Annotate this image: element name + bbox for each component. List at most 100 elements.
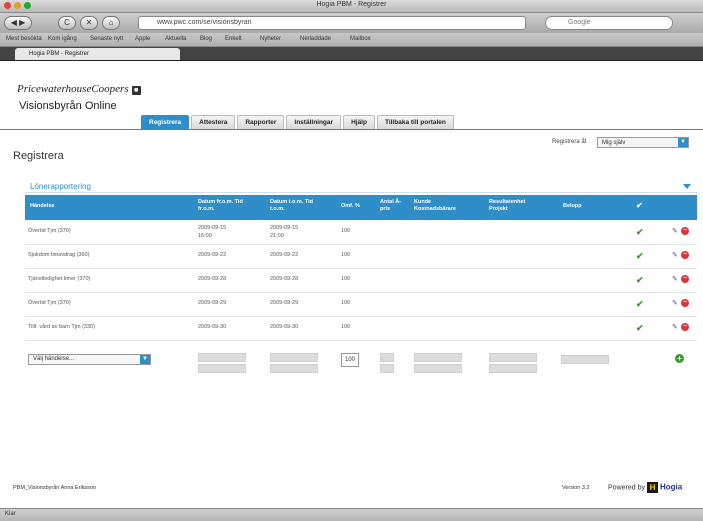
bookmark-item[interactable]: Kom igång xyxy=(48,36,77,42)
column-header: Resultatenhet Projekt xyxy=(489,199,526,212)
bookmark-item[interactable]: Nyheter xyxy=(260,36,281,42)
table-row[interactable]: Tjänstledighet timer (370) 2009-09-28 20… xyxy=(25,269,697,293)
delete-icon[interactable]: − xyxy=(681,299,689,307)
percent-cell: 100 xyxy=(341,252,351,258)
tab-installningar[interactable]: Inställningar xyxy=(286,115,342,130)
bookmark-item[interactable]: Enkelt xyxy=(225,36,242,42)
tab-registrera[interactable]: Registrera xyxy=(141,115,190,130)
reload-button[interactable]: C xyxy=(58,16,76,30)
from-time-input[interactable] xyxy=(198,364,246,373)
dropdown-arrow-icon: ▼ xyxy=(678,138,688,147)
percent-cell: 100 xyxy=(341,324,351,330)
to-date: 2009-09-15 xyxy=(270,225,299,231)
edit-icon[interactable]: ✎ xyxy=(672,299,678,307)
home-button[interactable]: ⌂ xyxy=(102,16,120,30)
footer-user-info: PBM_Visionsbyrån Anna Eriksson xyxy=(13,485,97,491)
from-date-input[interactable] xyxy=(198,353,246,362)
customer-input[interactable] xyxy=(414,353,462,362)
tab-hjalp[interactable]: Hjälp xyxy=(343,115,375,130)
delete-icon[interactable]: − xyxy=(681,227,689,235)
hogia-brand: Hogia xyxy=(659,482,683,492)
table-row[interactable]: Sjukdom timavdrag (360) 2009-09-22 2009-… xyxy=(25,245,697,269)
bookmark-item[interactable]: Mest besökta xyxy=(6,36,42,42)
delete-icon[interactable]: − xyxy=(681,323,689,331)
to-date: 2009-09-30 xyxy=(270,324,299,330)
edit-icon[interactable]: ✎ xyxy=(672,323,678,331)
edit-icon[interactable]: ✎ xyxy=(672,275,678,283)
register-as-label: Registrera åt xyxy=(552,139,587,145)
cost-bearer-input[interactable] xyxy=(414,364,462,373)
bookmark-item[interactable]: Blog xyxy=(200,36,212,42)
bookmark-item[interactable]: Nerladdade xyxy=(300,36,331,42)
column-header: Belopp xyxy=(563,203,582,209)
column-header: Datum t.o.m. Tid t.o.m. xyxy=(270,199,313,212)
approved-check-icon: ✔ xyxy=(636,251,644,261)
approved-check-icon: ✔ xyxy=(636,299,644,309)
column-header: Datum fr.o.m. Tid fr.o.m. xyxy=(198,199,243,212)
from-date: 2009-09-30 xyxy=(198,324,227,330)
from-date: 2009-09-22 xyxy=(198,252,227,258)
table-row[interactable]: Övertid Tjm (370) 2009-09-29 2009-09-29 … xyxy=(25,293,697,317)
page-content: PricewaterhouseCoopers ■ Visionsbyrån Onl… xyxy=(0,61,703,508)
back-forward-button[interactable]: ◀ ▶ xyxy=(4,16,32,30)
powered-by-label: Powered by xyxy=(608,484,645,492)
table-row[interactable]: Övertid Tjm (370) 2009-09-15 16:00 2009-0… xyxy=(25,221,697,245)
logo-text: PricewaterhouseCoopers xyxy=(17,83,129,95)
column-header: Kunde Kostnadsbärare xyxy=(414,199,456,212)
from-time: 16:00 xyxy=(198,233,212,239)
delete-icon[interactable]: − xyxy=(681,251,689,259)
edit-icon[interactable]: ✎ xyxy=(672,251,678,259)
address-bar[interactable]: www.pwc.com/se/visionsbyran xyxy=(138,16,526,30)
home-icon: ⌂ xyxy=(108,18,114,27)
stop-icon: ✕ xyxy=(85,18,93,27)
delete-icon[interactable]: − xyxy=(681,275,689,283)
approved-check-icon: ✔ xyxy=(636,275,644,285)
to-date: 2009-09-28 xyxy=(270,276,299,282)
search-field[interactable]: Google xyxy=(545,16,673,30)
bookmark-item[interactable]: Apple xyxy=(135,36,150,42)
bookmark-item[interactable]: Senaste nytt xyxy=(90,36,123,42)
amount-input[interactable] xyxy=(561,355,609,364)
section-title[interactable]: Lönerapportering xyxy=(30,182,91,191)
browser-tab[interactable]: Hogia PBM - Registrer xyxy=(15,48,180,60)
footer-version: Version 3.2 xyxy=(562,485,590,491)
bookmark-item[interactable]: Aktuella xyxy=(165,36,186,42)
tab-tillbaka[interactable]: Tillbaka till portalen xyxy=(376,115,454,130)
percent-cell: 100 xyxy=(341,300,351,306)
collapse-icon[interactable] xyxy=(683,184,691,189)
nav-divider xyxy=(0,129,703,130)
register-as-select[interactable]: Mig själv ▼ xyxy=(597,137,689,148)
unit-price-input[interactable] xyxy=(380,364,394,373)
quantity-input[interactable] xyxy=(380,353,394,362)
add-row-icon[interactable]: + xyxy=(675,354,684,363)
tab-attestera[interactable]: Attestera xyxy=(191,115,236,130)
browser-tabbar: Hogia PBM - Registrer xyxy=(0,47,703,61)
percent-input[interactable]: 100 xyxy=(341,353,359,367)
event-select[interactable]: Välj händelse... ▼ xyxy=(28,354,151,365)
from-date: 2009-09-15 xyxy=(198,225,227,231)
event-cell: Tillf. vård av barn Tjm (330) xyxy=(28,324,95,330)
back-icon[interactable]: ◀ xyxy=(11,18,17,27)
forward-icon[interactable]: ▶ xyxy=(19,18,25,27)
to-date: 2009-09-29 xyxy=(270,300,299,306)
stop-button[interactable]: ✕ xyxy=(80,16,98,30)
table-row[interactable]: Tillf. vård av barn Tjm (330) 2009-09-30… xyxy=(25,317,697,341)
column-header: Händelse xyxy=(30,203,55,209)
to-time-input[interactable] xyxy=(270,364,318,373)
table-header: Händelse Datum fr.o.m. Tid fr.o.m. Datum… xyxy=(25,195,697,220)
window-titlebar: Hogia PBM - Registrer xyxy=(0,0,703,13)
to-date-cell: 2009-09-15 21:00 xyxy=(270,224,298,240)
bookmark-item[interactable]: Mailbox xyxy=(350,36,371,42)
result-unit-input[interactable] xyxy=(489,353,537,362)
to-date-input[interactable] xyxy=(270,353,318,362)
edit-icon[interactable]: ✎ xyxy=(672,227,678,235)
tab-rapporter[interactable]: Rapporter xyxy=(237,115,285,130)
register-as-value: Mig själv xyxy=(602,140,626,146)
from-date-cell: 2009-09-15 16:00 xyxy=(198,224,226,240)
reload-icon: C xyxy=(64,18,70,27)
new-entry-row: Välj händelse... ▼ 100 + xyxy=(25,347,697,375)
column-header: Omf. % xyxy=(341,203,360,209)
project-input[interactable] xyxy=(489,364,537,373)
event-cell: Övertid Tjm (370) xyxy=(28,300,71,306)
event-cell: Tjänstledighet timer (370) xyxy=(28,276,91,282)
